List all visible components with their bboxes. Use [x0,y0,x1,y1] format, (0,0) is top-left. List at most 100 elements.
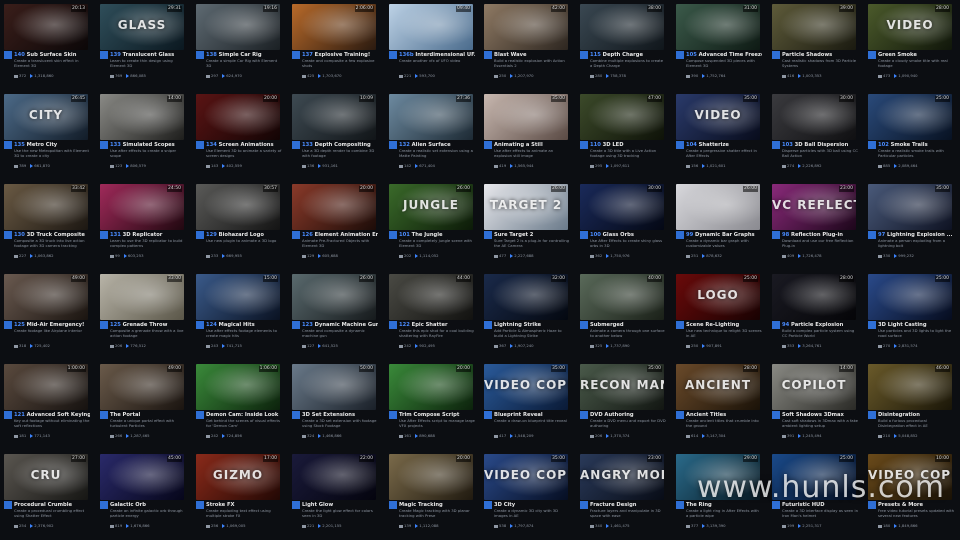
video-title[interactable]: Submerged [590,322,666,328]
video-card[interactable]: TARGET 2 26:00 Sure Target 2 Sure Target 2… [482,182,570,266]
video-title[interactable]: 102 Smoke Trails [878,142,954,148]
video-title[interactable]: Magic Tracking [399,502,475,508]
video-thumbnail[interactable]: 39:00 [772,4,856,50]
video-thumbnail[interactable]: 20:00 [292,184,376,230]
video-card[interactable]: COPILOT 14:00 Soft Shadows 3Dmax Cast soft… [770,362,858,446]
video-title[interactable]: Blast Wave [494,52,570,58]
video-thumbnail[interactable]: 49:00 [4,274,88,320]
video-thumbnail[interactable]: 09:40 [389,4,473,50]
video-title[interactable]: 97 Lightning Explosion ... [878,232,954,238]
video-thumbnail[interactable]: ANGRY MONSTERS 23:00 [580,454,664,500]
video-card[interactable]: GLASS 29:31 139 Translucent Glass Learn to … [98,2,186,86]
video-title[interactable]: 132 Alien Surface [399,142,475,148]
video-title[interactable]: 124 Magical Hits [206,322,282,328]
video-card[interactable]: 32:00 Lightning Strike Add Particle & Atm… [482,272,570,356]
video-thumbnail[interactable]: VIDEO 35:00 [676,94,760,140]
video-thumbnail[interactable]: 15:00 [196,274,280,320]
video-card[interactable]: 09:40 136b Interdimensional UF... Create a… [387,2,475,86]
video-title[interactable]: 121 Advanced Soft Keying [14,412,90,418]
video-thumbnail[interactable]: 20:00 [389,454,473,500]
video-thumbnail[interactable]: 35:00 [484,94,568,140]
video-title[interactable]: 133 Simulated Scopes [110,142,186,148]
video-thumbnail[interactable]: 20:00 [389,364,473,410]
video-title[interactable]: Green Smoke [878,52,954,58]
video-card[interactable]: LOGO 25:00 Scene Re-Lighting Use new techn… [674,272,762,356]
video-card[interactable]: 26:00 123 Dynamic Machine Gun Create and c… [290,272,378,356]
video-thumbnail[interactable]: GIZMO 17:00 [196,454,280,500]
video-card[interactable]: 20:00 126 Element Animation Eng...Animate… [290,182,378,266]
video-card[interactable]: 33:00 125 Grenade Throw Composite a grenad… [98,272,186,356]
video-title[interactable]: 122 Epic Shatter [399,322,475,328]
video-title[interactable]: Stroke FX [206,502,282,508]
video-thumbnail[interactable]: 19:16 [196,4,280,50]
video-card[interactable]: 40:00 Submerged Animate a camera through … [578,272,666,356]
video-card[interactable]: 25:00 102 Smoke Trails Create a realistic … [866,92,954,176]
video-title[interactable]: 138 Simple Car Rig [206,52,282,58]
video-card[interactable]: 27:36 132 Alien Surface Create a realistic… [387,92,475,176]
video-title[interactable]: 125 Mid-Air Emergency! [14,322,90,328]
video-thumbnail[interactable]: RECON MAN 35:00 [580,364,664,410]
video-title[interactable]: 103 3D Ball Dispersion [782,142,858,148]
video-card[interactable]: 19:16 138 Simple Car Rig Create a simple C… [194,2,282,86]
video-thumbnail[interactable]: 44:00 [389,274,473,320]
video-title[interactable]: DVD Authoring [590,412,666,418]
video-title[interactable]: Blueprint Reveal [494,412,570,418]
video-title[interactable]: Particle Shadows [782,52,858,58]
video-card[interactable]: VIDEO 28:00 Green Smoke Create a cloudy sm… [866,2,954,86]
video-title[interactable]: 3D City [494,502,570,508]
video-card[interactable]: CITY 26:45 135 Metro City Use the new Metro… [2,92,90,176]
video-thumbnail[interactable]: 49:00 [100,364,184,410]
video-card[interactable]: 15:00 124 Magical Hits Use after effects f… [194,272,282,356]
video-card[interactable]: 26:00 99 Dynamic Bar Graphs Create a dynam… [674,182,762,266]
video-title[interactable]: Disintegration [878,412,954,418]
video-card[interactable]: 39:00 Particle Shadows Cast realistic sha… [770,2,858,86]
video-thumbnail[interactable]: 31:00 [676,4,760,50]
video-thumbnail[interactable]: 33:42 [4,184,88,230]
video-title[interactable]: 110 3D LED [590,142,666,148]
video-card[interactable]: VIDEO COPILOT 35:00 Blueprint RevealCreat… [482,362,570,446]
video-title[interactable]: 133 Depth Compositing [302,142,378,148]
video-thumbnail[interactable]: 46:00 [868,364,952,410]
video-thumbnail[interactable]: 2:06:00 [292,4,376,50]
video-title[interactable]: Trim Compose Script [399,412,475,418]
video-thumbnail[interactable]: 26:00 [676,184,760,230]
video-title[interactable]: 125 Grenade Throw [110,322,186,328]
video-thumbnail[interactable]: 14:00 [100,94,184,140]
video-title[interactable]: Fracture Design [590,502,666,508]
video-card[interactable]: 42:00 Blast Wave Build a realistic explos… [482,2,570,86]
video-thumbnail[interactable]: 38:00 [580,4,664,50]
video-card[interactable]: 45:00 Galactic Orb Create an infinite gal… [98,452,186,536]
video-card[interactable]: GIZMO 17:00 Stroke FX Create exploding tex… [194,452,282,536]
video-title[interactable]: 140 Sub Surface Skin [14,52,90,58]
video-card[interactable]: 25:00 3D Light Casting Use particles and … [866,272,954,356]
video-card[interactable]: 35:00 Animating a Still Use after effects… [482,92,570,176]
video-card[interactable]: VIDEO COPILOT 35:00 3D CityCreate a dynam… [482,452,570,536]
video-card[interactable]: 22:00 Light Glow Create the light glow ef… [290,452,378,536]
video-title[interactable]: 130 3D Truck Composite [14,232,90,238]
video-thumbnail[interactable]: VIDEO 28:00 [868,4,952,50]
video-thumbnail[interactable]: 30:00 [580,184,664,230]
video-card[interactable]: 33:42 130 3D Truck Composite Composite a 3… [2,182,90,266]
video-card[interactable]: 30:00 100 Glass Orbs Use After Effects to … [578,182,666,266]
video-card[interactable]: VIDEO 35:00 104 Shatterize Create a pregres… [674,92,762,176]
video-title[interactable]: 94 Particle Explosion [782,322,858,328]
video-thumbnail[interactable]: CITY 26:45 [4,94,88,140]
video-title[interactable]: 135 Metro City [14,142,90,148]
video-title[interactable]: Soft Shadows 3Dmax [782,412,858,418]
video-title[interactable]: 104 Shatterize [686,142,762,148]
video-title[interactable]: 98 Reflection Plug-in [782,232,858,238]
video-thumbnail[interactable]: LOGO 25:00 [676,274,760,320]
video-card[interactable]: 28:00 94 Particle Explosion Build a comple… [770,272,858,356]
video-card[interactable]: ANGRY MONSTERS 23:00 Fracture DesignFract… [578,452,666,536]
video-thumbnail[interactable]: 50:00 [292,364,376,410]
video-thumbnail[interactable]: GLASS 29:31 [100,4,184,50]
video-thumbnail[interactable]: 25:00 [868,274,952,320]
video-card[interactable]: 49:00 125 Mid-Air Emergency! Create footag… [2,272,90,356]
video-thumbnail[interactable]: 1:06:00 [196,364,280,410]
video-title[interactable]: 101 The Jungle [399,232,475,238]
video-title[interactable]: 123 Dynamic Machine Gun [302,322,378,328]
video-title[interactable]: Galactic Orb [110,502,186,508]
video-title[interactable]: Procedural Crumble [14,502,90,508]
video-thumbnail[interactable]: 47:00 [580,94,664,140]
video-card[interactable]: 1:00:00 121 Advanced Soft Keying Key out f… [2,362,90,446]
